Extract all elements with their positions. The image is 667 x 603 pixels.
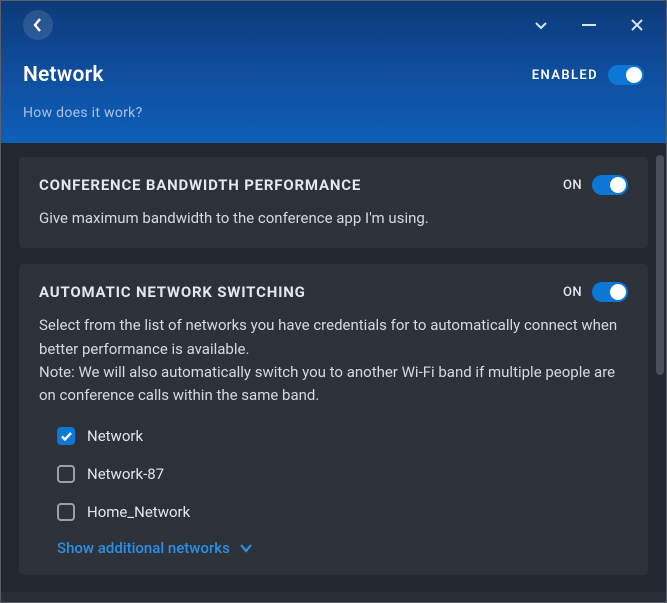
how-does-it-work-link[interactable]: How does it work?	[23, 105, 644, 121]
window-right-controls	[534, 18, 644, 32]
conference-bandwidth-card: CONFERENCE BANDWIDTH PERFORMANCE ON Give…	[19, 157, 648, 248]
enabled-toggle[interactable]	[608, 65, 644, 85]
close-button[interactable]	[630, 18, 644, 32]
title-row: Network ENABLED	[23, 63, 644, 87]
page-title: Network	[23, 63, 104, 87]
scrollbar-thumb[interactable]	[656, 155, 664, 375]
enabled-toggle-group: ENABLED	[532, 65, 644, 85]
checkbox[interactable]	[57, 427, 75, 445]
network-checkbox-row[interactable]: Home_Network	[57, 503, 628, 521]
enabled-label: ENABLED	[532, 68, 598, 83]
minimize-button[interactable]	[582, 24, 596, 26]
chevron-down-icon[interactable]	[534, 18, 548, 32]
toggle-label: ON	[563, 285, 582, 300]
autoswitch-toggle-group: ON	[563, 282, 628, 302]
chevron-down-icon	[240, 543, 252, 553]
network-name: Network	[87, 427, 143, 445]
header: Network ENABLED How does it work?	[1, 1, 666, 143]
network-settings-window: Network ENABLED How does it work? CONFER…	[0, 0, 667, 603]
network-checkbox-row[interactable]: Network-87	[57, 465, 628, 483]
card-title: CONFERENCE BANDWIDTH PERFORMANCE	[39, 176, 361, 194]
network-name: Network-87	[87, 465, 164, 483]
show-more-label: Show additional networks	[57, 539, 230, 557]
toggle-label: ON	[563, 178, 582, 193]
content-scroll[interactable]: CONFERENCE BANDWIDTH PERFORMANCE ON Give…	[1, 143, 666, 592]
back-button[interactable]	[23, 10, 53, 40]
auto-switch-card: AUTOMATIC NETWORK SWITCHING ON Select fr…	[19, 264, 648, 575]
network-list: Network Network-87 Home_Network	[39, 427, 628, 521]
checkbox[interactable]	[57, 465, 75, 483]
chevron-left-icon	[33, 18, 43, 32]
card-title: AUTOMATIC NETWORK SWITCHING	[39, 283, 306, 301]
card-desc: Select from the list of networks you hav…	[39, 314, 628, 407]
card-desc: Give maximum bandwidth to the conference…	[39, 207, 628, 230]
autoswitch-toggle[interactable]	[592, 282, 628, 302]
network-name: Home_Network	[87, 503, 190, 521]
checkbox[interactable]	[57, 503, 75, 521]
window-controls	[23, 1, 644, 49]
bandwidth-toggle[interactable]	[592, 175, 628, 195]
bandwidth-toggle-group: ON	[563, 175, 628, 195]
show-additional-networks[interactable]: Show additional networks	[39, 539, 628, 557]
network-checkbox-row[interactable]: Network	[57, 427, 628, 445]
